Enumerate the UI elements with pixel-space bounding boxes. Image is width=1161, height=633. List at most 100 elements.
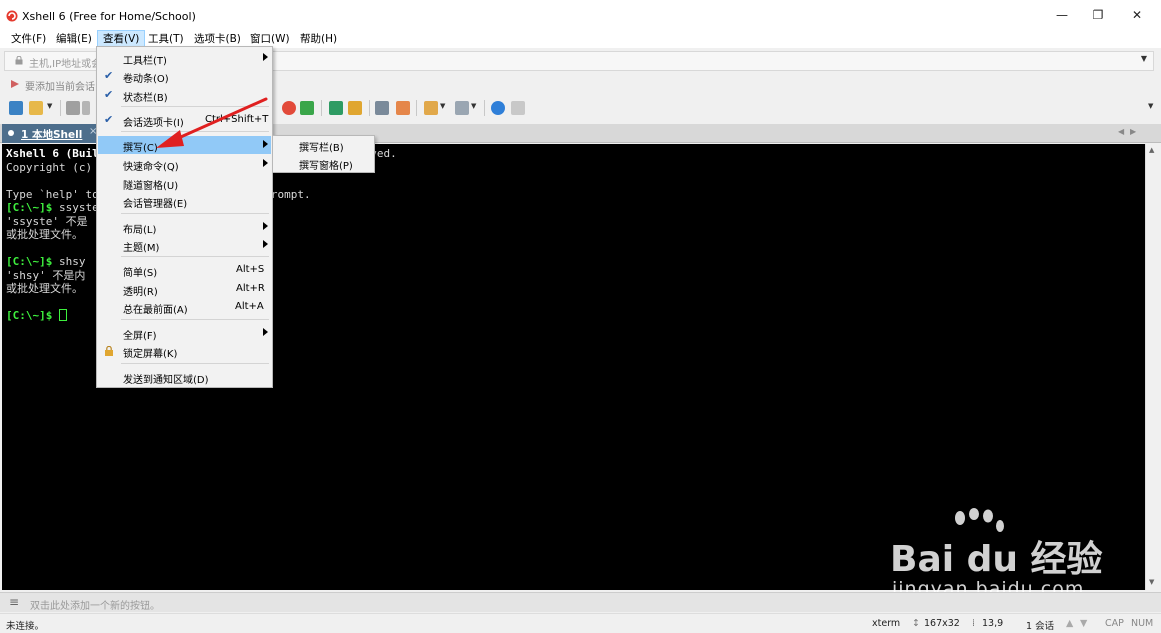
- add-link-icon[interactable]: [10, 79, 20, 89]
- menu-item-label: 总在最前面(A): [123, 305, 188, 316]
- menu-item-always-on-top[interactable]: 总在最前面(A) Alt+A: [98, 298, 271, 316]
- new-tab-icon[interactable]: [424, 101, 438, 115]
- xshell-logo-icon: [6, 10, 18, 22]
- menu-item-simple[interactable]: 简单(S) Alt+S: [98, 261, 271, 279]
- terminal-prompt: [C:\~]$: [6, 309, 59, 322]
- menu-item-layout[interactable]: 布局(L): [98, 218, 271, 236]
- baidu-watermark: Bai du 经验 jingyan.baidu.com: [890, 508, 1110, 603]
- tab-status-icon: [8, 130, 14, 136]
- close-button[interactable]: ✕: [1119, 4, 1155, 26]
- menu-separator: [121, 363, 269, 364]
- scroll-up-icon[interactable]: ▲: [1149, 146, 1154, 154]
- links-hint: 要添加当前会话: [25, 82, 95, 93]
- cursor-icon: ⁞: [972, 618, 976, 629]
- menu-item-theme[interactable]: 主题(M): [98, 236, 271, 254]
- scroll-down-icon[interactable]: ▼: [1149, 578, 1154, 586]
- toolbar-separator: [416, 100, 417, 116]
- watermark-brand: Bai du 经验: [890, 539, 1103, 580]
- xshell-icon[interactable]: [282, 101, 296, 115]
- menu-file[interactable]: 文件(F): [6, 30, 51, 48]
- tab-next-icon[interactable]: ▶: [1130, 127, 1136, 136]
- session-count: 1 会话: [1026, 621, 1055, 632]
- toolbar-separator: [369, 100, 370, 116]
- submenu-item-label: 撰写窗格(P): [299, 161, 353, 172]
- checkmark-icon: ✔: [104, 88, 114, 101]
- menu-item-toolbar[interactable]: 工具栏(T): [98, 49, 271, 67]
- checkmark-icon: ✔: [104, 69, 114, 82]
- help-icon[interactable]: [491, 101, 505, 115]
- lock-icon: [15, 56, 23, 65]
- link-icon[interactable]: [66, 101, 80, 115]
- menu-item-label: 全屏(F): [123, 331, 157, 342]
- tab-prev-icon[interactable]: ◀: [1118, 127, 1124, 136]
- highlight-icon[interactable]: [396, 101, 410, 115]
- red-annotation-arrow-icon: [156, 97, 268, 148]
- menu-edit[interactable]: 编辑(E): [51, 30, 97, 48]
- menu-item-label: 布局(L): [123, 225, 157, 236]
- new-session-icon[interactable]: [9, 101, 23, 115]
- terminal-text: 或批处理文件。: [6, 282, 83, 295]
- submenu-item-compose-pane[interactable]: 撰写窗格(P): [274, 154, 373, 172]
- dropdown-icon[interactable]: ▼: [440, 102, 446, 116]
- num-lock-indicator: NUM: [1131, 618, 1154, 629]
- keyboard-icon[interactable]: [375, 101, 389, 115]
- menu-help[interactable]: 帮助(H): [295, 30, 342, 48]
- menu-item-transparent[interactable]: 透明(R) Alt+R: [98, 280, 271, 298]
- down-arrow-icon: ▼: [1080, 618, 1088, 629]
- open-folder-icon[interactable]: [29, 101, 43, 115]
- connection-status: 未连接。: [6, 621, 45, 632]
- submenu-item-label: 撰写栏(B): [299, 143, 344, 154]
- menu-item-label: 卷动条(O): [123, 74, 169, 85]
- fullscreen-icon[interactable]: [329, 101, 343, 115]
- terminal-text: Type `help' to: [6, 187, 99, 201]
- menu-item-quick-commands[interactable]: 快速命令(Q): [98, 155, 271, 173]
- menu-item-tunnel-pane[interactable]: 隧道窗格(U): [98, 174, 271, 192]
- menu-item-label: 锁定屏幕(K): [123, 349, 178, 360]
- unlink-icon[interactable]: [82, 101, 90, 115]
- menu-item-scrollbar[interactable]: ✔ 卷动条(O): [98, 67, 271, 85]
- dropdown-icon[interactable]: ▼: [471, 102, 477, 116]
- menu-item-label: 会话管理器(E): [123, 199, 188, 210]
- minimize-button[interactable]: —: [1044, 4, 1080, 26]
- title-bar: Xshell 6 (Free for Home/School) — ❐ ✕: [0, 0, 1161, 30]
- status-bar: 未连接。 xterm ↕ 167x32 ⁞ 13,9 1 会话 ▲ ▼ CAP …: [0, 613, 1161, 633]
- menu-item-shortcut: Alt+R: [236, 283, 265, 294]
- tab-local-shell[interactable]: 1 本地Shell ×: [2, 124, 102, 143]
- address-dropdown-icon[interactable]: ▼: [1141, 54, 1147, 63]
- menu-item-label: 简单(S): [123, 268, 158, 279]
- menu-item-label: 快速命令(Q): [123, 162, 179, 173]
- menu-item-session-manager[interactable]: 会话管理器(E): [98, 192, 271, 210]
- submenu-item-compose-bar[interactable]: 撰写栏(B): [274, 136, 373, 154]
- lock-screen-icon[interactable]: [348, 101, 362, 115]
- menu-item-label: 主题(M): [123, 243, 160, 254]
- restore-button[interactable]: ❐: [1080, 4, 1116, 26]
- menu-item-label: 工具栏(T): [123, 56, 167, 67]
- tab-label: 1 本地Shell: [21, 129, 83, 141]
- terminal-prompt: [C:\~]$: [6, 201, 53, 214]
- xftp-icon[interactable]: [300, 101, 314, 115]
- xshell-window: Xshell 6 (Free for Home/School) — ❐ ✕ 文件…: [0, 0, 1161, 633]
- window-title: Xshell 6 (Free for Home/School): [22, 10, 196, 23]
- vertical-scrollbar[interactable]: ▲ ▼: [1145, 144, 1159, 590]
- toolbar-overflow-icon[interactable]: ▼: [1148, 102, 1154, 116]
- menu-item-label: 透明(R): [123, 287, 158, 298]
- layout-icon[interactable]: [455, 101, 469, 115]
- menu-lines-icon[interactable]: ≡: [9, 596, 19, 608]
- menu-item-fullscreen[interactable]: 全屏(F): [98, 324, 271, 342]
- compose-bar[interactable]: ≡ 双击此处添加一个新的按钮。: [0, 592, 1161, 612]
- chat-icon[interactable]: [511, 101, 525, 115]
- menu-item-send-to-tray[interactable]: 发送到通知区域(D): [98, 368, 271, 386]
- toolbar-separator: [484, 100, 485, 116]
- up-arrow-icon: ▲: [1066, 618, 1074, 629]
- terminal-text: ssyste: [52, 201, 99, 214]
- menu-item-shortcut: Alt+A: [235, 301, 264, 312]
- submenu-arrow-icon: [263, 328, 268, 336]
- terminal-text: 或批处理文件。: [6, 228, 83, 241]
- menu-item-shortcut: Alt+S: [236, 264, 265, 275]
- menu-separator: [121, 213, 269, 214]
- cursor-position: 13,9: [982, 618, 1004, 629]
- terminal-text: 'ssyste' 不是: [6, 214, 88, 228]
- compose-bar-hint: 双击此处添加一个新的按钮。: [30, 601, 160, 612]
- menu-item-lock-screen[interactable]: 锁定屏幕(K): [98, 342, 271, 360]
- dropdown-icon[interactable]: ▼: [47, 102, 53, 116]
